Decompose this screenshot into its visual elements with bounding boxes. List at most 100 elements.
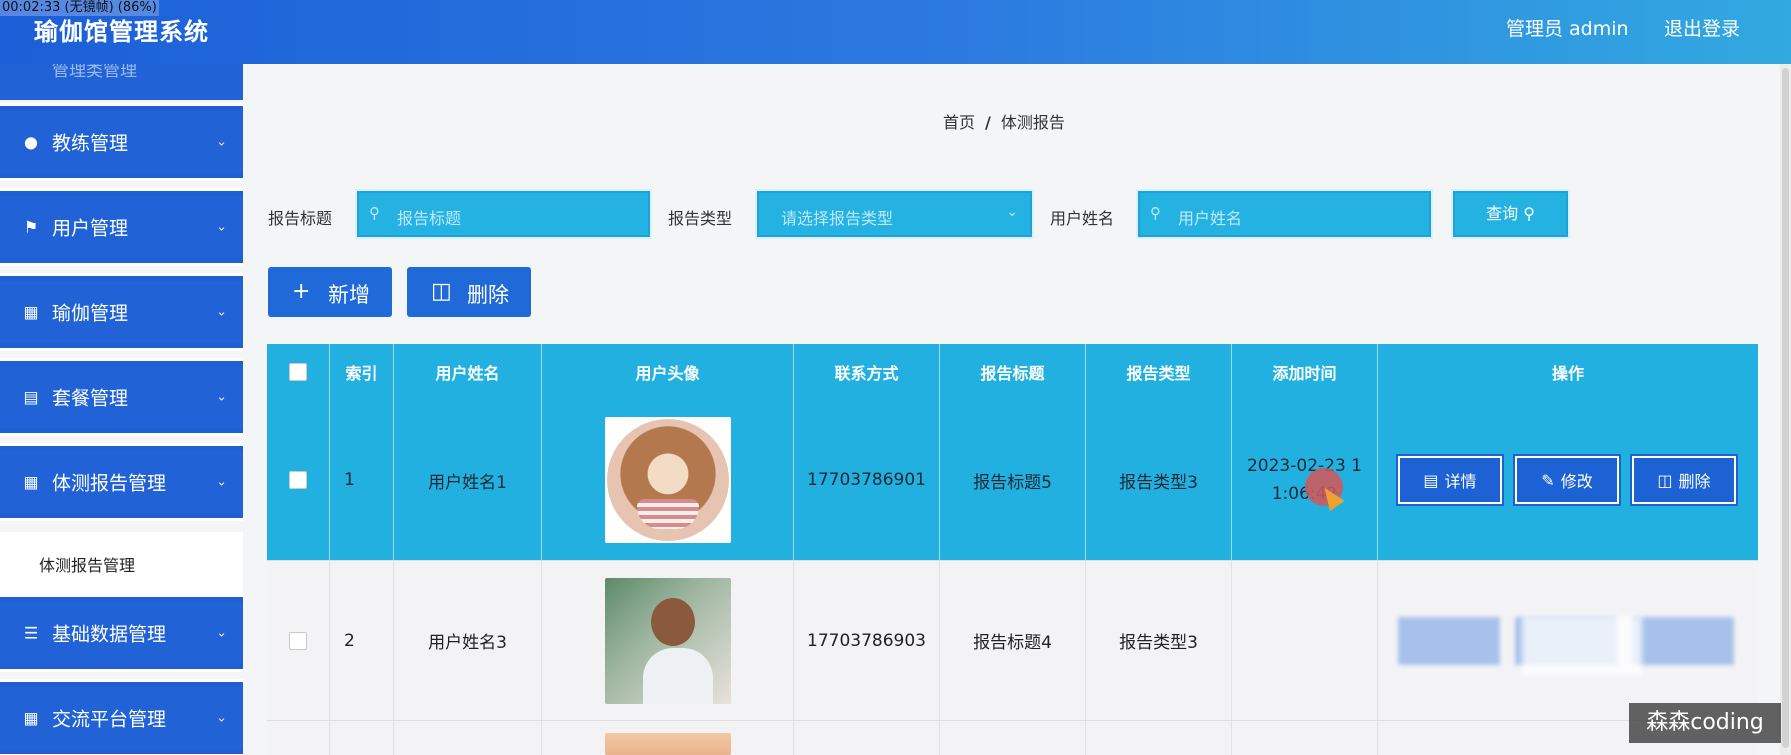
- header-cell: 添加时间: [1232, 344, 1378, 400]
- top-header: 00:02:33 (无镜帧) (86%) 瑜伽馆管理系统 管理员 admin 退…: [0, 0, 1791, 64]
- header-cell: 联系方式: [794, 344, 940, 400]
- row-select[interactable]: [267, 400, 330, 560]
- sidebar-item-label: 套餐管理: [52, 387, 129, 410]
- plus-icon: +: [292, 279, 311, 304]
- chevron-down-icon: ⌄: [216, 625, 227, 641]
- sidebar-item-label: 用户管理: [52, 217, 129, 240]
- row-avatar-cell: [542, 561, 794, 720]
- page-scrollbar[interactable]: [1780, 64, 1791, 755]
- header-select-all[interactable]: [267, 344, 330, 400]
- logout-link[interactable]: 退出登录: [1664, 14, 1740, 41]
- briefcase-icon: ▦: [23, 302, 39, 322]
- table-row: 2 用户姓名3 17703786903 报告标题4 报告类型3: [267, 560, 1758, 720]
- row-name: 用户姓名3: [394, 561, 542, 720]
- title-search-input[interactable]: ⚲ 报告标题: [357, 191, 650, 237]
- delete-label: 删除: [467, 283, 509, 307]
- row-index: 1: [330, 400, 394, 560]
- sidebar-item-coach[interactable]: ● 教练管理 ⌄: [0, 103, 243, 181]
- row-type: 报告类型3: [1086, 400, 1232, 560]
- row-time: [1232, 561, 1378, 720]
- chevron-down-icon: ⌄: [216, 304, 227, 320]
- sidebar-item-users[interactable]: ⚑ 用户管理 ⌄: [0, 188, 243, 266]
- chevron-down-icon: ⌄: [216, 219, 227, 235]
- trash-icon: ◫: [431, 279, 452, 304]
- name-filter-label: 用户姓名: [1050, 209, 1115, 228]
- sidebar-item-label: 体测报告管理: [52, 472, 167, 495]
- row-select[interactable]: [267, 561, 330, 720]
- sidebar-subitem-report[interactable]: 体测报告管理: [0, 532, 243, 594]
- header-cell: 用户头像: [542, 344, 794, 400]
- table-row: [267, 720, 1758, 755]
- search-icon: ⚲: [1523, 204, 1535, 223]
- detail-button[interactable]: [1398, 617, 1500, 665]
- search-icon: ⚲: [369, 204, 380, 222]
- chevron-down-icon: ⌄: [216, 474, 227, 490]
- breadcrumb-home[interactable]: 首页: [943, 113, 975, 132]
- grid-icon: ▦: [23, 472, 39, 492]
- row-delete-button[interactable]: ◫ 删除: [1630, 454, 1738, 506]
- row-actions: ▤ 详情 ✎ 修改 ◫ 删除: [1378, 400, 1758, 560]
- search-icon: ⚲: [1150, 204, 1161, 222]
- pencil-icon: ✎: [1541, 470, 1555, 490]
- chevron-down-icon: ⌄: [216, 389, 227, 405]
- checkbox[interactable]: [289, 631, 307, 650]
- row-time: [1232, 721, 1378, 755]
- add-label: 新增: [328, 283, 370, 307]
- edit-button[interactable]: ✎ 修改: [1513, 454, 1621, 506]
- row-avatar-cell: [542, 400, 794, 560]
- breadcrumb: 首页 / 体测报告: [943, 109, 1065, 133]
- user-avatar-image: [604, 577, 731, 704]
- clipboard-icon: ▤: [23, 387, 39, 407]
- name-search-input[interactable]: ⚲ 用户姓名: [1138, 191, 1431, 237]
- row-phone: 17703786901: [794, 400, 940, 560]
- scrollbar-thumb[interactable]: [1782, 68, 1789, 748]
- checkbox[interactable]: [289, 471, 307, 489]
- add-button[interactable]: + 新增: [268, 267, 392, 317]
- type-select[interactable]: 请选择报告类型 ⌄: [757, 191, 1032, 237]
- row-phone: 17703786903: [794, 561, 940, 720]
- query-button[interactable]: 查询 ⚲: [1453, 191, 1568, 237]
- type-filter-label: 报告类型: [668, 209, 733, 228]
- document-icon: ▤: [1423, 470, 1439, 490]
- row-title: 报告标题5: [940, 400, 1086, 560]
- sidebar: 管理类管理 ● 教练管理 ⌄ ⚑ 用户管理 ⌄ ▦ 瑜伽管理 ⌄ ▤ 套餐管理 …: [0, 64, 243, 755]
- sidebar-item-package[interactable]: ▤ 套餐管理 ⌄: [0, 358, 243, 436]
- sidebar-item-forum[interactable]: ▦ 交流平台管理 ⌄: [0, 679, 243, 755]
- main-content: 首页 / 体测报告 报告标题 ⚲ 报告标题 报告类型 请选择报告类型 ⌄ 用户姓名 …: [243, 64, 1791, 755]
- header-cell: 索引: [330, 344, 394, 400]
- trash-icon: ◫: [1657, 470, 1673, 490]
- table-header: 索引 用户姓名 用户头像 联系方式 报告标题 报告类型 添加时间 操作: [267, 344, 1758, 400]
- detail-button[interactable]: ▤ 详情: [1396, 454, 1504, 506]
- delete-button[interactable]: ◫ 删除: [407, 267, 531, 317]
- blur-overlay: [1522, 616, 1642, 676]
- checkbox[interactable]: [289, 363, 307, 381]
- row-phone: [794, 721, 940, 755]
- table-row: 1 用户姓名1 17703786901 报告标题5 报告类型3 2023-02-…: [267, 400, 1758, 560]
- row-index: [330, 721, 394, 755]
- grid-icon: ▦: [23, 708, 39, 728]
- header-cell: 报告类型: [1086, 344, 1232, 400]
- row-delete-button[interactable]: [1632, 617, 1734, 665]
- row-title: [940, 721, 1086, 755]
- row-delete-label: 删除: [1678, 472, 1711, 491]
- header-cell: 用户姓名: [394, 344, 542, 400]
- row-avatar-cell: [542, 721, 794, 755]
- sidebar-item-partial[interactable]: 管理类管理: [0, 64, 243, 100]
- sidebar-item-label: 教练管理: [52, 132, 129, 155]
- sidebar-item-label: 基础数据管理: [52, 623, 167, 646]
- sidebar-item-yoga[interactable]: ▦ 瑜伽管理 ⌄: [0, 273, 243, 351]
- sidebar-item-label: 瑜伽管理: [52, 302, 129, 325]
- sidebar-item-basedata[interactable]: ☰ 基础数据管理 ⌄: [0, 594, 243, 672]
- header-cell: 操作: [1551, 364, 1584, 383]
- sidebar-item-label: 管理类管理: [52, 64, 137, 81]
- edit-label: 修改: [1560, 472, 1593, 491]
- breadcrumb-current: 体测报告: [1000, 113, 1065, 132]
- row-select[interactable]: [267, 721, 330, 755]
- breadcrumb-separator: /: [985, 113, 991, 132]
- chevron-down-icon: ⌄: [216, 134, 227, 150]
- sidebar-item-report[interactable]: ▦ 体测报告管理 ⌄: [0, 443, 243, 521]
- title-placeholder: 报告标题: [397, 209, 462, 228]
- type-placeholder: 请选择报告类型: [781, 209, 894, 228]
- row-name: 用户姓名1: [394, 400, 542, 560]
- sidebar-item-label: 交流平台管理: [52, 708, 167, 731]
